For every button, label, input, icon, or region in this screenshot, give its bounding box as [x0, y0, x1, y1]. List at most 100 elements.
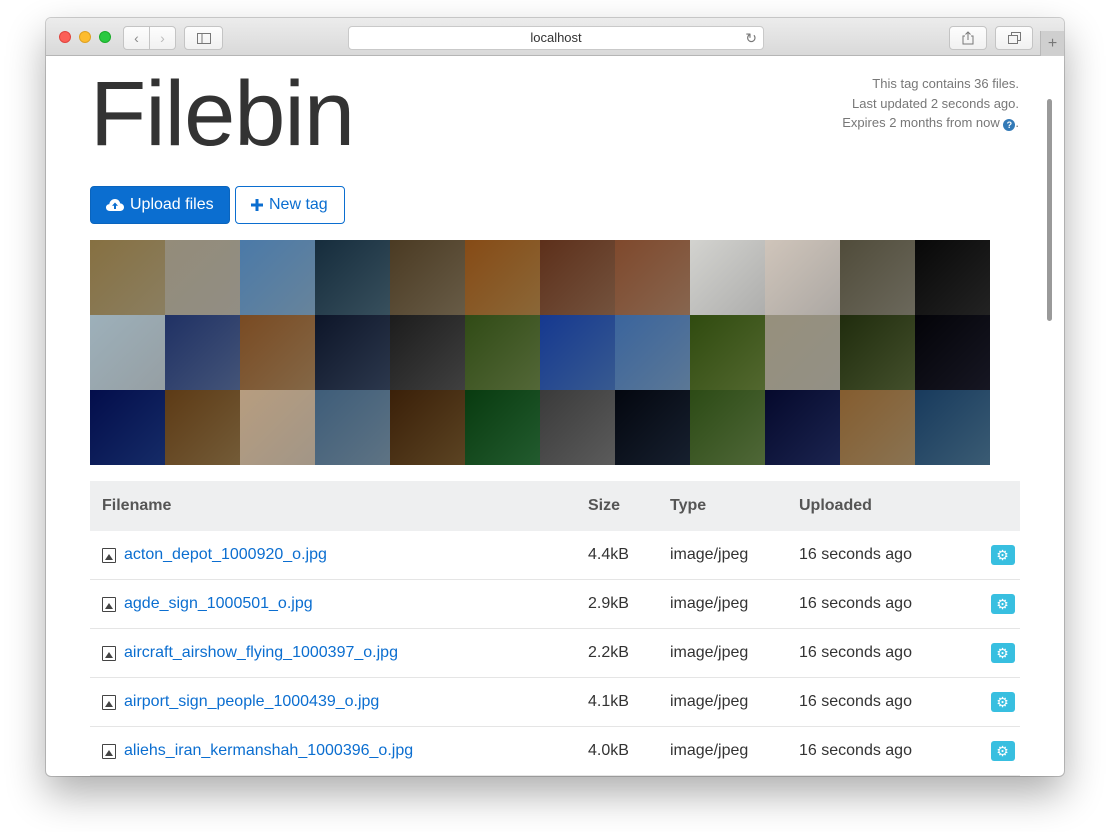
- image-thumbnail[interactable]: [765, 390, 840, 465]
- file-link[interactable]: acton_depot_1000920_o.jpg: [124, 546, 327, 564]
- table-row: agde_sign_1000501_o.jpg 2.9kB image/jpeg…: [90, 580, 1020, 629]
- maximize-window-button[interactable]: [99, 31, 111, 43]
- image-thumbnail[interactable]: [840, 240, 915, 315]
- file-type: image/jpeg: [670, 644, 749, 661]
- sidebar-toggle-button[interactable]: [184, 26, 223, 50]
- nav-button-group: ‹ ›: [123, 26, 176, 50]
- plus-icon: [251, 199, 263, 211]
- upload-files-button[interactable]: Upload files: [90, 186, 230, 224]
- image-thumbnail[interactable]: [165, 390, 240, 465]
- file-link[interactable]: aliehs_iran_kermanshah_1000396_o.jpg: [124, 742, 413, 760]
- file-settings-button[interactable]: ⚙: [990, 692, 1015, 712]
- image-thumbnail[interactable]: [615, 390, 690, 465]
- image-thumbnail[interactable]: [315, 390, 390, 465]
- image-thumbnail[interactable]: [390, 240, 465, 315]
- new-tab-button[interactable]: +: [1040, 31, 1064, 56]
- image-thumbnail[interactable]: [690, 240, 765, 315]
- image-thumbnail[interactable]: [540, 315, 615, 390]
- back-button[interactable]: ‹: [124, 27, 149, 49]
- image-thumbnail[interactable]: [915, 240, 990, 315]
- image-thumbnail[interactable]: [465, 240, 540, 315]
- table-row: aircraft_airshow_flying_1000397_o.jpg 2.…: [90, 629, 1020, 678]
- file-type: image/jpeg: [670, 546, 749, 563]
- uploaded-header[interactable]: Uploaded: [799, 497, 985, 515]
- file-type: image/jpeg: [670, 595, 749, 612]
- close-window-button[interactable]: [59, 31, 71, 43]
- image-file-icon: [102, 645, 116, 661]
- file-settings-button[interactable]: ⚙: [990, 545, 1015, 565]
- page-scrollbar[interactable]: [1047, 99, 1052, 321]
- help-icon[interactable]: ?: [1003, 119, 1016, 131]
- expiry-text: Expires 2 months from now: [842, 115, 1000, 130]
- table-row: aliehs_iran_kermanshah_1000396_o.jpg 4.0…: [90, 727, 1020, 776]
- image-thumbnail[interactable]: [390, 315, 465, 390]
- image-thumbnail[interactable]: [690, 315, 765, 390]
- image-thumbnail[interactable]: [240, 315, 315, 390]
- image-thumbnail[interactable]: [90, 315, 165, 390]
- file-settings-button[interactable]: ⚙: [990, 643, 1015, 663]
- image-thumbnail[interactable]: [915, 315, 990, 390]
- image-thumbnail[interactable]: [390, 390, 465, 465]
- file-link[interactable]: airport_sign_people_1000439_o.jpg: [124, 693, 379, 711]
- gear-icon: ⚙: [996, 596, 1009, 612]
- tabs-icon: [1007, 32, 1021, 44]
- image-thumbnail[interactable]: [765, 240, 840, 315]
- reload-icon[interactable]: ↻: [745, 27, 757, 49]
- file-type: image/jpeg: [670, 742, 749, 759]
- thumbnail-grid: [90, 240, 990, 465]
- file-size: 2.9kB: [588, 595, 629, 612]
- address-bar[interactable]: localhost ↻: [348, 26, 764, 50]
- sidebar-icon: [196, 32, 211, 44]
- image-thumbnail[interactable]: [165, 240, 240, 315]
- filename-header[interactable]: Filename: [90, 497, 588, 515]
- file-size: 4.4kB: [588, 546, 629, 563]
- show-tabs-button[interactable]: [995, 26, 1033, 50]
- size-header[interactable]: Size: [588, 497, 670, 515]
- image-thumbnail[interactable]: [465, 315, 540, 390]
- image-thumbnail[interactable]: [165, 315, 240, 390]
- image-thumbnail[interactable]: [690, 390, 765, 465]
- uploaded-time: 16 seconds ago: [799, 546, 912, 563]
- image-file-icon: [102, 596, 116, 612]
- image-thumbnail[interactable]: [765, 315, 840, 390]
- image-thumbnail[interactable]: [615, 315, 690, 390]
- image-thumbnail[interactable]: [540, 240, 615, 315]
- image-thumbnail[interactable]: [915, 390, 990, 465]
- image-thumbnail[interactable]: [315, 315, 390, 390]
- url-text: localhost: [530, 30, 582, 45]
- upload-files-label: Upload files: [130, 196, 214, 213]
- file-link[interactable]: agde_sign_1000501_o.jpg: [124, 595, 313, 613]
- type-header[interactable]: Type: [670, 497, 799, 515]
- image-thumbnail[interactable]: [315, 240, 390, 315]
- image-thumbnail[interactable]: [840, 315, 915, 390]
- image-thumbnail[interactable]: [240, 240, 315, 315]
- file-size: 2.2kB: [588, 644, 629, 661]
- image-thumbnail[interactable]: [90, 240, 165, 315]
- image-thumbnail[interactable]: [840, 390, 915, 465]
- file-settings-button[interactable]: ⚙: [990, 594, 1015, 614]
- uploaded-time: 16 seconds ago: [799, 742, 912, 759]
- new-tag-button[interactable]: New tag: [235, 186, 345, 224]
- forward-button[interactable]: ›: [149, 27, 175, 49]
- image-thumbnail[interactable]: [240, 390, 315, 465]
- file-link[interactable]: aircraft_airshow_flying_1000397_o.jpg: [124, 644, 398, 662]
- share-button[interactable]: [949, 26, 987, 50]
- file-count-text: This tag contains 36 files.: [872, 76, 1019, 91]
- minimize-window-button[interactable]: [79, 31, 91, 43]
- gear-icon: ⚙: [996, 547, 1009, 563]
- image-thumbnail[interactable]: [465, 390, 540, 465]
- gear-icon: ⚙: [996, 743, 1009, 759]
- image-thumbnail[interactable]: [540, 390, 615, 465]
- table-row: airport_sign_people_1000439_o.jpg 4.1kB …: [90, 678, 1020, 727]
- file-table: Filename Size Type Uploaded acton_depot_…: [90, 481, 1020, 776]
- gear-icon: ⚙: [996, 645, 1009, 661]
- image-file-icon: [102, 743, 116, 759]
- last-updated-text: Last updated 2 seconds ago.: [852, 95, 1019, 111]
- file-type: image/jpeg: [670, 693, 749, 710]
- image-thumbnail[interactable]: [90, 390, 165, 465]
- image-thumbnail[interactable]: [615, 240, 690, 315]
- page-content: Filebin This tag contains 36 files. Last…: [46, 57, 1054, 776]
- file-settings-button[interactable]: ⚙: [990, 741, 1015, 761]
- file-size: 4.1kB: [588, 693, 629, 710]
- new-tag-label: New tag: [269, 196, 328, 213]
